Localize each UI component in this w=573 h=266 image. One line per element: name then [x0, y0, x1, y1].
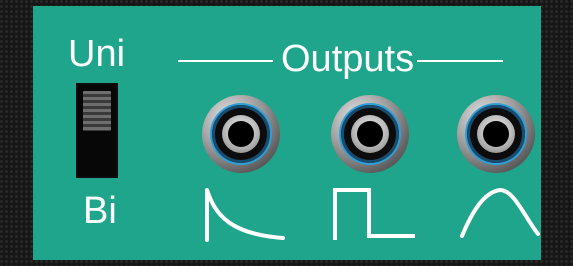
header-rule-left: [178, 60, 273, 62]
module-panel: Uni Bi Outputs: [33, 6, 541, 260]
uni-label: Uni: [68, 33, 126, 75]
attack-release-envelope-icon: [460, 187, 540, 238]
switch-lever[interactable]: [83, 91, 111, 131]
decay-envelope-icon: [205, 188, 285, 242]
outputs-title: Outputs: [281, 38, 415, 80]
square-gate-icon: [333, 188, 415, 240]
output-jack-1[interactable]: [202, 95, 280, 173]
module-frame: Uni Bi Outputs: [0, 0, 573, 266]
jack-socket: [222, 115, 260, 153]
jack-socket: [477, 115, 515, 153]
output-jack-2[interactable]: [331, 95, 409, 173]
bi-label: Bi: [83, 190, 117, 232]
uni-bi-toggle-switch[interactable]: [76, 83, 118, 178]
header-rule-right: [417, 60, 503, 62]
output-jack-3[interactable]: [457, 95, 535, 173]
outputs-header: Outputs: [178, 40, 503, 80]
jack-socket: [351, 115, 389, 153]
